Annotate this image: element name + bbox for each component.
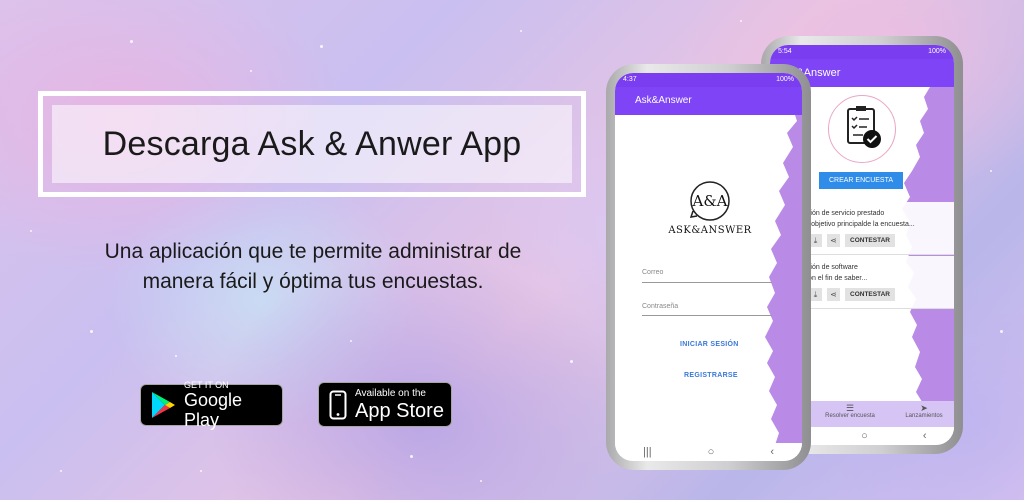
app-title: Ask&Answer [635, 95, 692, 106]
status-time: 4:37 [623, 76, 637, 83]
send-icon: ➤ [920, 403, 928, 413]
register-button[interactable]: REGISTRARSE [684, 372, 738, 379]
nav-item-resolver[interactable]: ☰ Resolver encuesta [820, 403, 880, 419]
share-icon[interactable]: ⋖ [827, 234, 840, 247]
subtitle-line-1: Una aplicación que te permite administra… [104, 240, 522, 263]
list-icon: ☰ [845, 403, 855, 413]
nav-item-lanzamientos[interactable]: ➤ Lanzamientos [896, 403, 952, 419]
system-nav-bar: ||| ○ ‹ [615, 443, 802, 461]
logo-mark: A&A [692, 192, 728, 210]
login-button[interactable]: INICIAR SESIÓN [680, 341, 739, 348]
app-bar: Ask&Answer [615, 87, 802, 115]
phone-front-screen: 4:37 100% Ask&Answer A&A ASK&ANSWER Corr… [615, 73, 802, 461]
recents-icon[interactable]: ||| [643, 446, 652, 458]
nav-label: Lanzamientos [905, 413, 943, 419]
nav-label: Resolver encuesta [825, 413, 875, 419]
subtitle-line-2: manera fácil y óptima tus encuestas. [142, 270, 484, 293]
app-store-badge[interactable]: Available on the App Store [318, 382, 452, 427]
back-icon[interactable]: ‹ [770, 446, 774, 458]
survey-title: ación de software [803, 264, 858, 271]
answer-button[interactable]: CONTESTAR [845, 288, 895, 301]
app-store-big-text: App Store [355, 399, 444, 422]
page-subtitle: Una aplicación que te permite administra… [40, 237, 586, 297]
back-icon[interactable]: ‹ [923, 430, 927, 442]
email-field[interactable] [642, 282, 772, 283]
survey-description: Con el fin de saber... [803, 275, 868, 282]
app-store-small-text: Available on the [355, 387, 426, 399]
answer-button[interactable]: CONTESTAR [845, 234, 895, 247]
password-field[interactable] [642, 315, 772, 316]
app-logo: A&A ASK&ANSWER [660, 179, 760, 249]
battery-level: 100% [928, 48, 946, 55]
iphone-icon [329, 390, 347, 419]
answer-label: CONTESTAR [850, 237, 890, 244]
google-play-icon [151, 392, 175, 418]
create-survey-button[interactable]: CREAR ENCUESTA [819, 172, 903, 189]
google-play-small-text: GET IT ON [183, 380, 229, 390]
create-survey-label: CREAR ENCUESTA [828, 177, 894, 184]
survey-description: El objetivo principalde la encuesta... [803, 221, 915, 228]
page-title: Descarga Ask & Anwer App [102, 124, 522, 163]
home-icon[interactable]: ○ [708, 446, 715, 458]
email-label: Correo [642, 269, 664, 276]
torn-paper-decoration [765, 115, 802, 445]
google-play-big-text: Google Play [183, 390, 243, 430]
phone-front: 4:37 100% Ask&Answer A&A ASK&ANSWER Corr… [606, 64, 811, 470]
status-bar: 5:54 100% [770, 45, 954, 59]
password-label: Contraseña [642, 303, 679, 310]
logo-text: ASK&ANSWER [668, 225, 752, 236]
google-play-badge[interactable]: GET IT ON Google Play [140, 380, 283, 430]
share-icon[interactable]: ⋖ [827, 288, 840, 301]
status-bar: 4:37 100% [615, 73, 802, 87]
survey-title: ación de servicio prestado [803, 210, 885, 217]
battery-level: 100% [776, 76, 794, 83]
title-frame: Descarga Ask & Anwer App [38, 91, 586, 197]
survey-logo [828, 95, 896, 163]
home-icon[interactable]: ○ [861, 430, 868, 442]
status-time: 5:54 [778, 48, 792, 55]
checklist-icon [847, 106, 881, 148]
answer-label: CONTESTAR [850, 291, 890, 298]
